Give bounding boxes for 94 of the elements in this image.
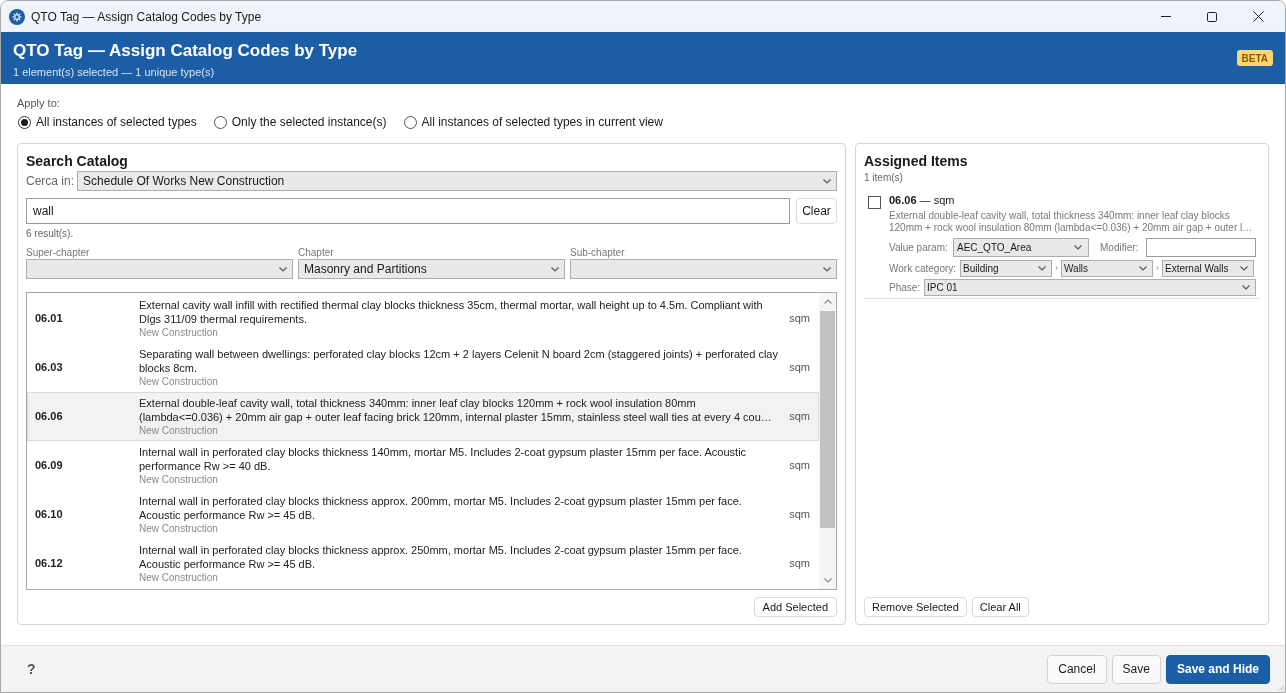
work-category-dropdown[interactable]: Walls bbox=[1061, 260, 1153, 277]
item-unit: sqm bbox=[789, 360, 810, 376]
item-description: Internal wall in perforated clay blocks thickness approx. 250mm, mortar M5. Includes 2-coat gypsum plaster 15mm per face. Acoustic performance Rw >= 45 dB. bbox=[139, 543, 743, 571]
item-count: 1 item(s) bbox=[864, 172, 903, 184]
item-code: 06.01 bbox=[35, 311, 64, 327]
chevron-down-icon bbox=[823, 266, 831, 272]
radio-label[interactable]: Only the selected instance(s) bbox=[231, 115, 387, 129]
phase-dropdown[interactable]: IPC 01 bbox=[924, 279, 1256, 296]
value-param-dropdown[interactable]: AEC_QTO_Area bbox=[953, 238, 1089, 257]
radio-button[interactable] bbox=[403, 115, 417, 129]
panel-button[interactable]: Remove Selected bbox=[864, 597, 967, 617]
breadcrumb-separator: › bbox=[1155, 261, 1160, 275]
chevron-down-icon bbox=[1240, 266, 1248, 271]
item-category: New Construction bbox=[139, 523, 218, 535]
scrollbar-thumb[interactable] bbox=[820, 311, 835, 528]
item-unit: sqm bbox=[789, 458, 810, 474]
assigned-item-title: 06.06 — sqm bbox=[889, 194, 955, 207]
scrollbar[interactable] bbox=[819, 293, 836, 589]
filter-label: Sub-chapter bbox=[570, 247, 625, 259]
item-description: External cavity wall infill with rectified thermal clay blocks thickness 35cm, thermal mortar, wall height up to 4.5m. Compliant with Dlgs 311/09 thermal requirements. bbox=[139, 298, 764, 326]
header-subtitle: 1 element(s) selected — 1 unique type(s) bbox=[13, 65, 215, 79]
item-category: New Construction bbox=[139, 327, 218, 339]
catalog-row[interactable] bbox=[27, 392, 819, 441]
catalog-row[interactable]: 06.09 Internal wall in perforated clay blocks thickness 140mm, mortar M5. Includes 2-coat gypsum plaster 15mm per face. Acoustic performance Rw >= 40 dB. New Construction sqm bbox=[27, 441, 819, 490]
field-label: Phase: bbox=[889, 281, 922, 295]
catalog-row[interactable]: 06.10 Internal wall in perforated clay blocks thickness approx. 200mm, mortar M5. Includes 2-coat gypsum plaster 15mm per face. Acoustic performance Rw >= 45 dB. New Construction sqm bbox=[27, 490, 819, 539]
chevron-down-icon bbox=[1074, 245, 1082, 250]
panel-button[interactable]: Clear All bbox=[971, 597, 1029, 617]
filter-label: Super-chapter bbox=[26, 247, 90, 259]
window-title: QTO Tag — Assign Catalog Codes by Type bbox=[31, 8, 262, 26]
clear-button[interactable]: Clear bbox=[796, 198, 837, 224]
item-category: New Construction bbox=[139, 572, 218, 584]
work-category-dropdown[interactable]: External Walls bbox=[1162, 260, 1254, 277]
save-and-hide-button[interactable]: Save and Hide bbox=[1165, 654, 1270, 684]
item-category: New Construction bbox=[139, 376, 218, 388]
app-logo-icon bbox=[9, 8, 25, 25]
header-title: QTO Tag — Assign Catalog Codes by Type bbox=[13, 40, 358, 62]
footer-button[interactable]: Save bbox=[1111, 654, 1161, 684]
chevron-down-icon bbox=[551, 266, 559, 272]
apply-to-label: Apply to: bbox=[17, 96, 60, 110]
item-unit: sqm bbox=[789, 556, 810, 572]
item-code: 06.09 bbox=[35, 458, 64, 474]
item-unit: sqm bbox=[789, 507, 810, 523]
item-category: New Construction bbox=[139, 474, 218, 486]
item-code: 06.10 bbox=[35, 507, 64, 523]
catalog-row[interactable]: 06.03 Separating wall between dwellings: perforated clay blocks 12cm + 2 layers Celenit N board 2cm (staggered joints) + perforated clay blocks 8cm. New Construction sqm bbox=[27, 343, 819, 392]
assigned-item-description: External double-leaf cavity wall, total thickness 340mm: inner leaf clay blocks 120mm + rock wool insulation 80mm (lambda<=0.036) + 20mm air gap + outer l… bbox=[889, 210, 1254, 234]
catalog-row[interactable]: 06.12 Internal wall in perforated clay blocks thickness approx. 250mm, mortar M5. Includes 2-coat gypsum plaster 15mm per face. Acoustic performance Rw >= 45 dB. New Construction sqm bbox=[27, 539, 819, 588]
breadcrumb-separator: › bbox=[1054, 261, 1059, 275]
field-label: Value param: bbox=[889, 241, 949, 255]
search-field[interactable]: wall bbox=[26, 198, 790, 224]
search-in-label: Cerca in: bbox=[26, 173, 75, 190]
maximize-icon bbox=[1207, 11, 1217, 22]
chevron-down-icon bbox=[1139, 266, 1147, 271]
filter-label: Chapter bbox=[298, 247, 334, 259]
field-label: Modifier: bbox=[1100, 241, 1140, 255]
footer-button[interactable]: Cancel bbox=[1047, 654, 1107, 684]
filter-dropdown[interactable] bbox=[570, 259, 837, 279]
item-code: 06.03 bbox=[35, 360, 64, 376]
catalog-dropdown[interactable]: Schedule Of Works New Construction bbox=[77, 171, 837, 191]
add-selected-button[interactable]: Add Selected bbox=[753, 597, 837, 617]
close-icon bbox=[1252, 11, 1264, 22]
item-description: External double-leaf cavity wall, total thickness 340mm: inner leaf clay blocks 120mm + rock wool insulation 80mm (lambda<=0.036) + 20mm air gap + outer leaf facing brick 120mm, internal plaster 15mm, stainless steel wall ties at every 4 cou… bbox=[139, 396, 773, 424]
item-code: 06.06 bbox=[35, 409, 64, 425]
chevron-down-icon bbox=[279, 266, 287, 272]
item-description: Internal wall in perforated clay blocks thickness approx. 200mm, mortar M5. Includes 2-coat gypsum plaster 15mm per face. Acoustic performance Rw >= 45 dB. bbox=[139, 494, 743, 522]
beta-badge: BETA bbox=[1236, 50, 1273, 66]
radio-label[interactable]: All instances of selected types in current view bbox=[421, 115, 663, 129]
catalog-row[interactable]: 06.01 External cavity wall infill with rectified thermal clay blocks thickness 35cm, thermal mortar, wall height up to 4.5m. Compliant with Dlgs 311/09 thermal requirements. New Construction sqm bbox=[27, 294, 819, 343]
radio-button[interactable] bbox=[18, 115, 31, 129]
minimize-icon bbox=[1161, 16, 1171, 17]
result-count: 6 result(s). bbox=[26, 228, 74, 240]
checkbox[interactable] bbox=[868, 196, 881, 209]
item-unit: sqm bbox=[789, 311, 810, 327]
item-description: Separating wall between dwellings: perforated clay blocks 12cm + 2 layers Celenit N board 2cm (staggered joints) + perforated clay blocks 8cm. bbox=[139, 347, 779, 375]
item-code: 06.12 bbox=[35, 556, 64, 572]
field-label: Work category: bbox=[889, 262, 958, 276]
panel-title: Assigned Items bbox=[864, 152, 968, 170]
help-button[interactable]: ? bbox=[27, 658, 36, 680]
chevron-up-icon[interactable] bbox=[823, 299, 832, 304]
chevron-down-icon bbox=[1038, 266, 1046, 271]
chevron-down-icon[interactable] bbox=[823, 578, 832, 583]
chevron-down-icon bbox=[823, 178, 831, 184]
panel-title: Search Catalog bbox=[26, 152, 128, 170]
chevron-down-icon bbox=[1242, 285, 1250, 290]
work-category-dropdown[interactable]: Building bbox=[960, 260, 1052, 277]
item-category: New Construction bbox=[139, 425, 218, 437]
filter-dropdown[interactable] bbox=[26, 259, 293, 279]
filter-dropdown[interactable]: Masonry and Partitions bbox=[298, 259, 565, 279]
item-unit: sqm bbox=[789, 409, 810, 425]
radio-label[interactable]: All instances of selected types bbox=[36, 115, 197, 129]
item-description: Internal wall in perforated clay blocks thickness 140mm, mortar M5. Includes 2-coat gypsum plaster 15mm per face. Acoustic performance Rw >= 40 dB. bbox=[139, 445, 748, 473]
modifier-field[interactable] bbox=[1146, 238, 1256, 257]
radio-button[interactable] bbox=[213, 115, 227, 129]
